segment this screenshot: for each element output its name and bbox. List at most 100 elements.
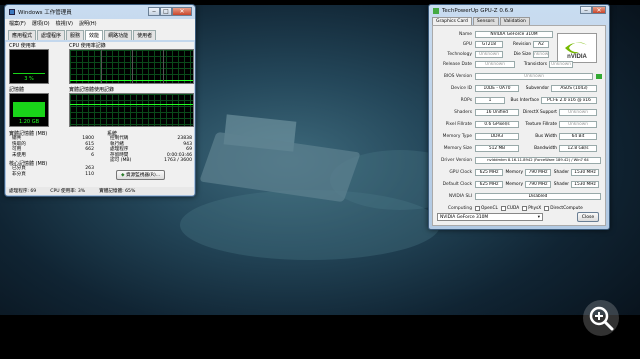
revision-label: Revision	[513, 41, 531, 47]
gpuz-tabs: Graphics Card Sensors Validation	[432, 17, 530, 25]
directcompute-label: DirectCompute	[550, 205, 583, 211]
opencl-label: OpenCL	[481, 205, 498, 211]
memory-clock-label: Memory	[505, 169, 523, 175]
pixel-fillrate-label: Pixel Fillrate	[445, 121, 472, 127]
list-item: 認可 (MB) 1763 / 3600	[110, 158, 192, 164]
name-label: Name	[459, 31, 472, 37]
name-value: NVIDIA GeForce 310M	[475, 30, 553, 38]
memory-size-value: 512 MB	[475, 144, 519, 152]
default-shader-label: Shader	[553, 181, 569, 187]
tab-services[interactable]: 服務	[66, 30, 85, 40]
tab-processes[interactable]: 處理程序	[37, 30, 66, 40]
window-title: Windows 工作管理員	[18, 10, 72, 16]
checkbox-box	[544, 205, 550, 211]
memory-type-value: DDR3	[475, 132, 519, 140]
close-button[interactable]: ✕	[172, 7, 192, 16]
device-id-value: 10DE - 0A70	[475, 84, 519, 92]
row-default-clock: Default Clock 625 MHz Memory 790 MHz Sha…	[435, 180, 603, 188]
gpuz-close-x-button[interactable]: ✕	[592, 6, 606, 14]
gpu-value: GT218	[475, 40, 503, 48]
gpuz-window-controls: ‒ ✕	[580, 6, 606, 14]
tab-users[interactable]: 使用者	[133, 30, 157, 40]
technology-value: Unknown	[475, 50, 503, 58]
texture-fillrate-value: Unknown	[559, 120, 597, 128]
ship-hull	[199, 131, 361, 203]
row-value: 1763 / 3600	[164, 158, 192, 163]
memory-meter: 1.20 GB	[9, 93, 49, 127]
die-size-label: Die Size	[513, 51, 531, 57]
menu-view[interactable]: 檢視(V)	[56, 20, 73, 27]
cpu-usage-label: CPU 使用率	[9, 43, 36, 49]
transistors-label: Transistors	[523, 61, 547, 67]
physx-checkbox[interactable]: PhysX	[522, 205, 541, 211]
release-date-label: Release Date	[442, 61, 472, 67]
tab-graphics-card[interactable]: Graphics Card	[432, 17, 472, 25]
memory-history-graph	[69, 93, 194, 127]
driver-value: nvlddmkm 8.16.11.8942 (ForceWare 189.42)…	[475, 156, 601, 164]
cpu-usage-meter: 3 %	[9, 49, 49, 84]
bus-width-value: 64 Bit	[559, 132, 597, 140]
sli-label: NVIDIA SLI	[448, 193, 472, 199]
gpuz-minimize-button[interactable]: ‒	[580, 6, 592, 14]
row-memory-size: Memory Size 512 MB Bandwidth 12.8 GB/s	[435, 144, 603, 152]
cuda-label: CUDA	[506, 205, 520, 211]
bios-label: BIOS Version	[443, 73, 472, 79]
row-bios: BIOS Version Unknown	[435, 72, 603, 80]
row-value: 6	[91, 152, 94, 158]
card-selector-dropdown[interactable]: NVIDIA GeForce 310M ▾	[437, 213, 543, 221]
cpu-history-graph	[69, 49, 194, 84]
tab-sensors[interactable]: Sensors	[472, 17, 499, 25]
chip-icon[interactable]	[596, 73, 602, 79]
row-pixel-fillrate: Pixel Fillrate 0.6 GPixel/s Texture Fill…	[435, 120, 603, 128]
subvendor-value: ASUS (1043)	[551, 84, 597, 92]
system-list: 控制代碼 23838 執行緒 943 處理程序 69 存留時間 0:00:03:46 認…	[110, 136, 192, 164]
gpu-label: GPU	[462, 41, 472, 47]
row-rops: ROPs 1 Bus Interface PCI-E 2.0 x16 @ x16	[435, 96, 603, 104]
directcompute-checkbox[interactable]: DirectCompute	[544, 205, 583, 211]
card-selector-value: NVIDIA GeForce 310M	[440, 214, 489, 220]
row-key: 未使用	[12, 152, 26, 158]
performance-panel: CPU 使用率 3 % CPU 使用率記錄 記憶體 1.20 GB 實體記憶體使…	[6, 42, 194, 187]
menu-options[interactable]: 選項(O)	[32, 20, 50, 27]
maximize-button[interactable]: □	[160, 7, 172, 16]
nvidia-eye-icon: nVIDIA	[565, 42, 587, 59]
cuda-checkbox[interactable]: CUDA	[500, 205, 520, 211]
release-date-value: Unknown	[475, 60, 515, 68]
gpuz-close-button[interactable]: Close	[577, 212, 599, 222]
checkbox-box	[500, 205, 506, 211]
shader-clock-label: Shader	[553, 169, 569, 175]
row-gpu-clock: GPU Clock 625 MHz Memory 790 MHz Shader …	[435, 168, 603, 176]
cpu-core-divider	[132, 50, 133, 83]
row-device-id: Device ID 10DE - 0A70 Subvendor ASUS (10…	[435, 84, 603, 92]
row-technology: Technology Unknown Die Size Unknown	[435, 50, 553, 58]
resource-monitor-button[interactable]: ◆ 資源監視器(R)...	[116, 170, 166, 180]
shader-clock-value: 1530 MHz	[571, 168, 599, 176]
tab-networking[interactable]: 網路功能	[104, 30, 133, 40]
row-name: Name NVIDIA GeForce 310M	[435, 30, 553, 38]
nvidia-logo: nVIDIA	[557, 33, 597, 63]
revision-value: A2	[533, 40, 549, 48]
zoom-in-icon	[589, 306, 614, 331]
sli-value: Disabled	[475, 192, 601, 200]
gpu-clock-label: GPU Clock	[449, 169, 472, 175]
menu-file[interactable]: 檔案(F)	[9, 20, 26, 27]
kernel-memory-list: 已分頁 263 非分頁 110	[12, 166, 94, 177]
cpu-history-label: CPU 使用率記錄	[69, 43, 106, 49]
default-memory-label: Memory	[505, 181, 523, 187]
rops-value: 1	[475, 96, 505, 104]
minimize-button[interactable]: ‒	[148, 7, 160, 16]
memory-size-label: Memory Size	[443, 145, 472, 151]
bus-value: PCI-E 2.0 x16 @ x16	[541, 96, 597, 104]
app-icon	[9, 9, 15, 15]
opencl-checkbox[interactable]: OpenCL	[475, 205, 498, 211]
physical-memory-list: 總共 1800 快取的 615 可用 662 未使用 6	[12, 136, 94, 158]
tab-performance[interactable]: 效能	[85, 30, 104, 40]
default-clock-label: Default Clock	[442, 181, 472, 187]
list-item: 未使用 6	[12, 153, 94, 159]
bus-label: Bus Interface	[510, 97, 539, 103]
driver-label: Driver Version	[440, 157, 472, 163]
tab-applications[interactable]: 應用程式	[8, 30, 37, 40]
zoom-in-button[interactable]	[583, 300, 619, 336]
tab-validation[interactable]: Validation	[499, 17, 530, 25]
menu-help[interactable]: 說明(H)	[79, 20, 97, 27]
